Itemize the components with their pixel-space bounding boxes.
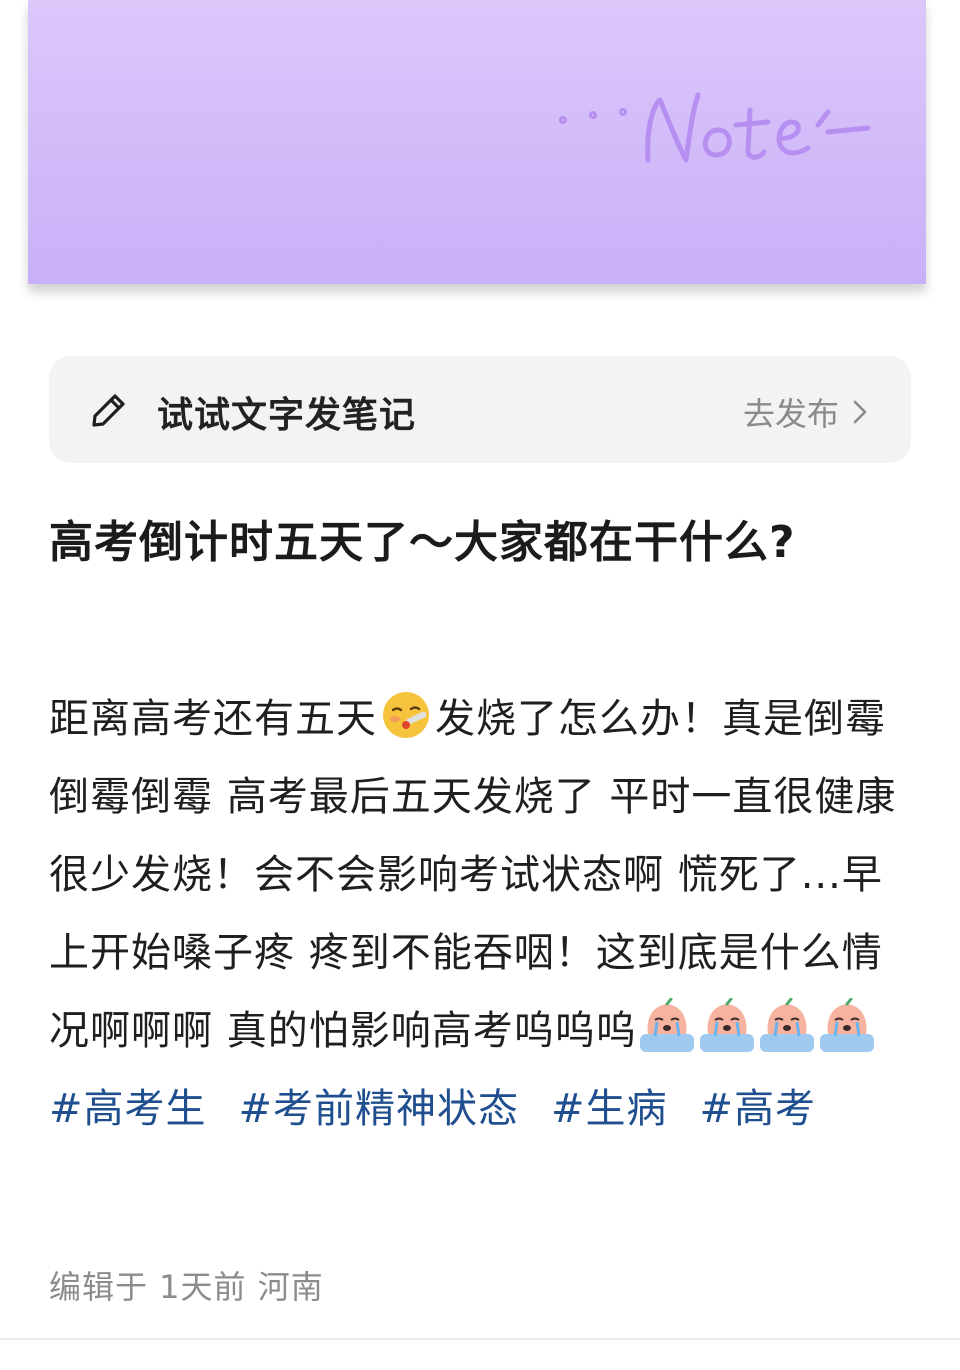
crying-peach-emoji [699, 998, 754, 1052]
publish-button[interactable]: 去发布 [743, 389, 871, 435]
crying-peach-emoji [759, 998, 814, 1052]
note-handwriting [559, 92, 871, 163]
pencil-icon [92, 394, 125, 427]
post-title: 高考倒计时五天了～大家都在干什么? [49, 517, 796, 568]
post-body: 距离高考还有五天 发烧了怎么办！真是倒霉倒霉倒霉 高考最后五天发烧了 平时一直很… [49, 680, 919, 1148]
compose-label: 试试文字发笔记 [157, 395, 417, 436]
note-banner [28, 0, 926, 284]
divider [0, 1338, 960, 1340]
chevron-right-icon [853, 400, 867, 424]
post-body-text-a: 距离高考还有五天 [49, 696, 377, 742]
hashtag-link[interactable]: #生病 [551, 1086, 668, 1132]
thermometer-face-emoji [383, 692, 429, 738]
crying-peach-emoji [639, 998, 694, 1052]
post-meta: 编辑于 1天前 河南 [49, 1268, 324, 1306]
publish-label: 去发布 [742, 395, 839, 433]
compose-bar[interactable]: 试试文字发笔记 去发布 [49, 356, 911, 463]
hashtag-link[interactable]: #高考生 [49, 1086, 207, 1132]
crying-peach-emoji [819, 998, 874, 1052]
hashtag-link[interactable]: #高考 [700, 1086, 817, 1132]
hashtag-link[interactable]: #考前精神状态 [239, 1086, 520, 1132]
